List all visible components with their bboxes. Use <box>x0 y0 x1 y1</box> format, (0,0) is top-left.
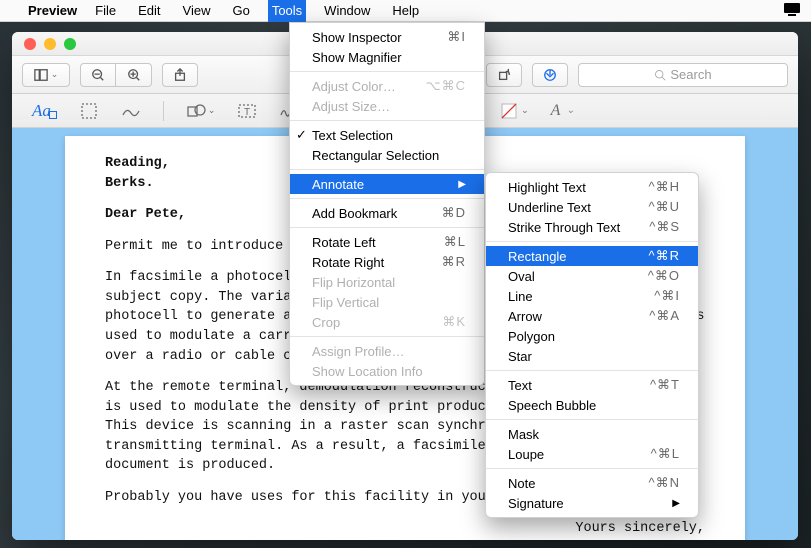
selection-tool-button[interactable] <box>79 99 99 123</box>
menu-item-arrow[interactable]: Arrow^⌘A <box>486 306 698 326</box>
menu-item-adjust-size: Adjust Size… <box>290 96 484 116</box>
window-minimize-button[interactable] <box>44 38 56 50</box>
zoom-in-button[interactable] <box>116 63 152 87</box>
menu-item-signature[interactable]: Signature▶ <box>486 493 698 513</box>
doc-address-line: Berks. <box>105 176 154 191</box>
menu-item-line[interactable]: Line^⌘I <box>486 286 698 306</box>
menu-item-crop: Crop⌘K <box>290 312 484 332</box>
menu-item-text-selection[interactable]: ✓Text Selection <box>290 125 484 145</box>
share-button[interactable] <box>162 63 198 87</box>
menu-window[interactable]: Window <box>320 0 374 22</box>
menu-item-add-bookmark[interactable]: Add Bookmark⌘D <box>290 203 484 223</box>
menu-item-note[interactable]: Note^⌘N <box>486 473 698 493</box>
menu-item-star[interactable]: Star <box>486 346 698 366</box>
font-style-button[interactable]: A⌄ <box>551 99 575 123</box>
menu-item-text[interactable]: Text^⌘T <box>486 375 698 395</box>
app-name[interactable]: Preview <box>28 3 77 18</box>
text-tool-button[interactable]: T <box>237 99 257 123</box>
markup-toggle-button[interactable] <box>532 63 568 87</box>
menu-item-polygon[interactable]: Polygon <box>486 326 698 346</box>
menu-tools[interactable]: Tools <box>268 0 306 22</box>
svg-text:T: T <box>244 107 250 118</box>
menu-item-strike-text[interactable]: Strike Through Text^⌘S <box>486 217 698 237</box>
menu-file[interactable]: File <box>91 0 120 22</box>
menu-item-show-location: Show Location Info <box>290 361 484 381</box>
view-mode-button[interactable]: ⌄ <box>22 63 70 87</box>
menu-item-rectangle[interactable]: Rectangle^⌘R <box>486 246 698 266</box>
tools-dropdown-menu: Show Inspector⌘I Show Magnifier Adjust C… <box>289 22 485 386</box>
submenu-arrow-icon: ▶ <box>644 498 680 509</box>
menu-item-highlight-text[interactable]: Highlight Text^⌘H <box>486 177 698 197</box>
text-style-button[interactable]: Aa <box>32 99 57 123</box>
menu-item-flip-horizontal: Flip Horizontal <box>290 272 484 292</box>
menu-item-underline-text[interactable]: Underline Text^⌘U <box>486 197 698 217</box>
menu-item-show-magnifier[interactable]: Show Magnifier <box>290 47 484 67</box>
menu-view[interactable]: View <box>179 0 215 22</box>
menu-item-flip-vertical: Flip Vertical <box>290 292 484 312</box>
search-placeholder: Search <box>670 67 711 82</box>
menu-item-loupe[interactable]: Loupe^⌘L <box>486 444 698 464</box>
menu-item-rectangular-selection[interactable]: Rectangular Selection <box>290 145 484 165</box>
menu-item-rotate-right[interactable]: Rotate Right⌘R <box>290 252 484 272</box>
rotate-button[interactable] <box>486 63 522 87</box>
menu-item-rotate-left[interactable]: Rotate Left⌘L <box>290 232 484 252</box>
sketch-tool-button[interactable] <box>121 99 141 123</box>
window-close-button[interactable] <box>24 38 36 50</box>
doc-address-line: Reading, <box>105 156 170 171</box>
menu-edit[interactable]: Edit <box>134 0 164 22</box>
window-zoom-button[interactable] <box>64 38 76 50</box>
search-field[interactable]: Search <box>578 63 788 87</box>
menu-help[interactable]: Help <box>388 0 423 22</box>
menu-item-oval[interactable]: Oval^⌘O <box>486 266 698 286</box>
menu-item-assign-profile: Assign Profile… <box>290 341 484 361</box>
system-menubar: Preview File Edit View Go Tools Window H… <box>0 0 811 22</box>
menu-item-show-inspector[interactable]: Show Inspector⌘I <box>290 27 484 47</box>
menu-item-adjust-color: Adjust Color…⌥⌘C <box>290 76 484 96</box>
menu-item-speech-bubble[interactable]: Speech Bubble <box>486 395 698 415</box>
display-menu-icon[interactable] <box>783 2 801 19</box>
menu-go[interactable]: Go <box>228 0 253 22</box>
checkmark-icon: ✓ <box>296 127 307 143</box>
doc-salutation: Dear Pete, <box>105 207 186 222</box>
submenu-arrow-icon: ▶ <box>430 179 466 190</box>
doc-closing: Yours sincerely, <box>105 519 705 539</box>
menu-item-mask[interactable]: Mask <box>486 424 698 444</box>
zoom-out-button[interactable] <box>80 63 116 87</box>
shapes-tool-button[interactable]: ⌄ <box>186 99 216 123</box>
menu-item-annotate[interactable]: Annotate▶ <box>290 174 484 194</box>
annotate-submenu: Highlight Text^⌘H Underline Text^⌘U Stri… <box>485 172 699 518</box>
fill-color-button[interactable]: ⌄ <box>499 99 529 123</box>
